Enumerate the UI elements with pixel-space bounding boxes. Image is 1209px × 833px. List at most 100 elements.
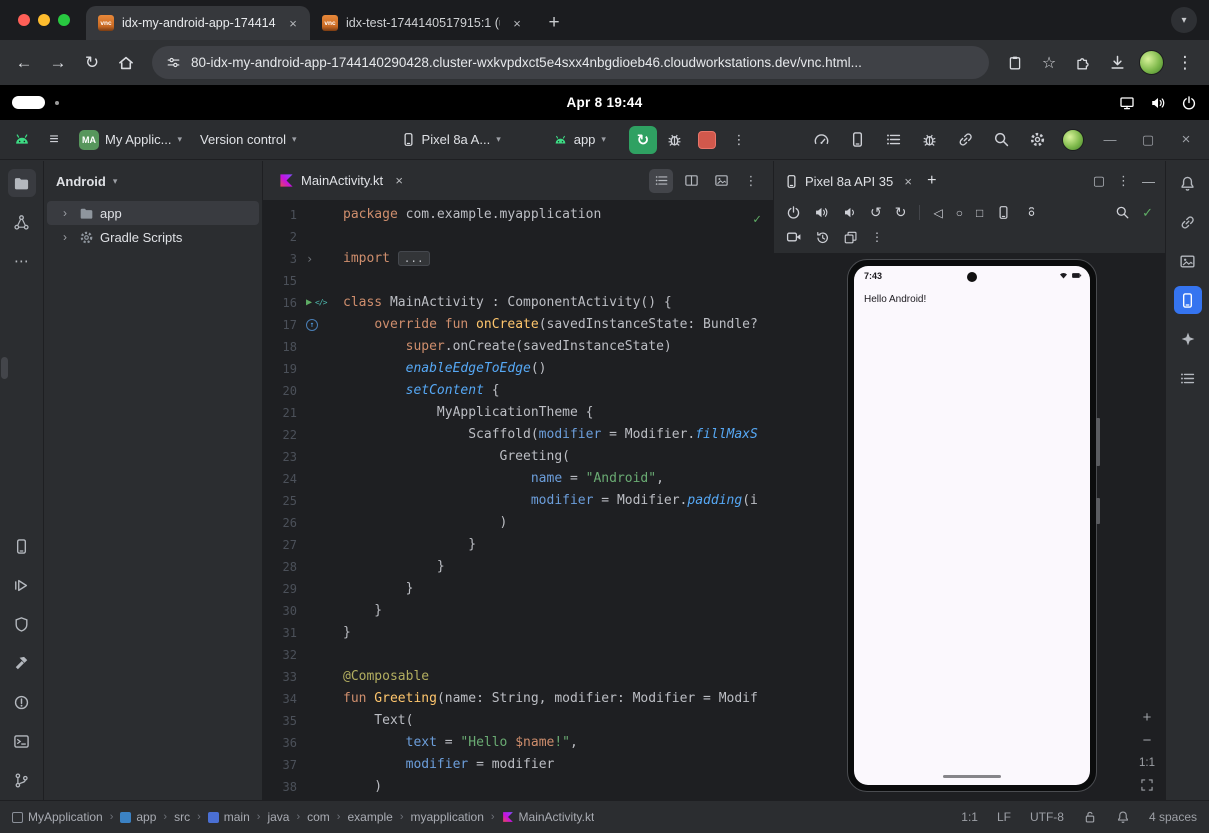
- editor-options-icon[interactable]: ⋮: [739, 169, 763, 193]
- code-line[interactable]: 30 }: [263, 600, 773, 622]
- screenshot-icon[interactable]: [996, 205, 1011, 220]
- volume-icon[interactable]: [1150, 95, 1166, 111]
- bookmark-star-icon[interactable]: ☆: [1033, 47, 1065, 79]
- structure-tool-icon[interactable]: [1174, 364, 1202, 392]
- device-power-icon[interactable]: [786, 205, 801, 220]
- fold-gutter-icon[interactable]: ›: [306, 248, 313, 270]
- volume-up-icon[interactable]: [814, 205, 829, 220]
- snapshot-restore-icon[interactable]: [815, 230, 830, 245]
- file-encoding[interactable]: UTF-8: [1030, 810, 1064, 824]
- design-view-icon[interactable]: [709, 169, 733, 193]
- editor-tab-mainactivity[interactable]: MainActivity.kt ×: [269, 161, 418, 201]
- commit-tool-icon[interactable]: [8, 208, 36, 236]
- tree-item-app[interactable]: › app: [47, 201, 259, 225]
- close-tab-icon[interactable]: ×: [508, 14, 526, 32]
- notifications-bell-icon[interactable]: [1174, 169, 1202, 197]
- caret-position[interactable]: 1:1: [961, 810, 978, 824]
- code-line[interactable]: 2: [263, 226, 773, 248]
- gradle-tool-icon[interactable]: [1174, 208, 1202, 236]
- tab-search-button[interactable]: ▾: [1171, 7, 1197, 33]
- device-manager-tool-icon[interactable]: [8, 532, 36, 560]
- search-everywhere-icon[interactable]: [987, 126, 1015, 154]
- ide-close-button[interactable]: ×: [1171, 126, 1201, 154]
- add-device-tab-icon[interactable]: +: [927, 172, 936, 190]
- stripe-drag-handle[interactable]: [1, 357, 8, 379]
- version-control-tool-icon[interactable]: [8, 766, 36, 794]
- ide-minimize-button[interactable]: —: [1095, 126, 1125, 154]
- code-line[interactable]: 17↑ override fun onCreate(savedInstanceS…: [263, 314, 773, 336]
- main-menu-icon[interactable]: ≡: [40, 126, 68, 154]
- code-line[interactable]: 19 enableEdgeToEdge(): [263, 358, 773, 380]
- device-selector[interactable]: Pixel 8a A... ▾: [394, 126, 508, 154]
- profiler-icon[interactable]: [807, 126, 835, 154]
- camera-icon[interactable]: [1024, 205, 1039, 220]
- new-tab-button[interactable]: +: [540, 9, 568, 37]
- logcat-icon[interactable]: [879, 126, 907, 154]
- zoom-level-label[interactable]: 1:1: [1139, 757, 1155, 769]
- more-run-actions-icon[interactable]: ⋮: [725, 126, 753, 154]
- breadcrumb-item[interactable]: com: [307, 810, 330, 824]
- code-line[interactable]: 28 }: [263, 556, 773, 578]
- code-line[interactable]: 24 name = "Android",: [263, 468, 773, 490]
- code-line[interactable]: 34fun Greeting(name: String, modifier: M…: [263, 688, 773, 710]
- site-settings-icon[interactable]: [166, 55, 181, 70]
- browser-tab-active[interactable]: vnc idx-my-android-app-1744140 ×: [86, 6, 310, 40]
- power-icon[interactable]: [1181, 95, 1197, 111]
- more-tool-windows-icon[interactable]: ⋯: [8, 247, 36, 275]
- hide-panel-icon[interactable]: —: [1142, 174, 1155, 189]
- breadcrumb-item[interactable]: app: [120, 810, 156, 824]
- volume-down-icon[interactable]: [842, 205, 857, 220]
- back-button[interactable]: ←: [8, 47, 40, 79]
- code-line[interactable]: 26 ): [263, 512, 773, 534]
- gemini-tool-icon[interactable]: [1174, 325, 1202, 353]
- downloads-icon[interactable]: [1101, 47, 1133, 79]
- zoom-out-button[interactable]: −: [1143, 734, 1152, 748]
- url-text[interactable]: 80-idx-my-android-app-1744140290428.clus…: [191, 55, 862, 70]
- code-line[interactable]: 3›import ...: [263, 248, 773, 270]
- android-recents-icon[interactable]: □: [976, 206, 983, 220]
- code-line[interactable]: 27 }: [263, 534, 773, 556]
- project-view-selector[interactable]: Android ▾: [44, 161, 262, 201]
- code-line[interactable]: 20 setContent {: [263, 380, 773, 402]
- code-line[interactable]: 37 modifier = modifier: [263, 754, 773, 776]
- close-device-tab-icon[interactable]: ×: [899, 172, 917, 190]
- code-line[interactable]: 25 modifier = Modifier.padding(i: [263, 490, 773, 512]
- ide-restore-button[interactable]: ▢: [1133, 126, 1163, 154]
- more-device-actions-icon[interactable]: ⋮: [871, 230, 883, 244]
- running-devices-tool-icon[interactable]: [1174, 286, 1202, 314]
- vcs-widget[interactable]: Version control ▾: [193, 126, 304, 154]
- device-mirroring-link-icon[interactable]: [951, 126, 979, 154]
- close-tab-icon[interactable]: ×: [284, 14, 302, 32]
- rotate-left-icon[interactable]: ↺: [870, 204, 882, 221]
- rotate-right-icon[interactable]: ↻: [895, 204, 907, 221]
- debug-app-button[interactable]: [661, 126, 689, 154]
- display-cast-icon[interactable]: [1119, 95, 1135, 111]
- close-window-button[interactable]: [18, 14, 30, 26]
- browser-profile-avatar[interactable]: [1135, 47, 1167, 79]
- breadcrumb-item[interactable]: MyApplication: [12, 810, 103, 824]
- run-tool-icon[interactable]: [8, 571, 36, 599]
- tree-item-gradle-scripts[interactable]: › Gradle Scripts: [47, 225, 259, 249]
- panel-options-icon[interactable]: ⋮: [1117, 173, 1130, 189]
- stop-app-button[interactable]: [693, 126, 721, 154]
- code-line[interactable]: 18 super.onCreate(savedInstanceState): [263, 336, 773, 358]
- rerun-app-button[interactable]: ↻: [629, 126, 657, 154]
- float-window-icon[interactable]: ▢: [1093, 173, 1105, 189]
- project-widget[interactable]: MA My Applic... ▾: [72, 126, 189, 154]
- clipboard-page-action-icon[interactable]: [999, 47, 1031, 79]
- breadcrumb-item[interactable]: main: [208, 810, 250, 824]
- zoom-tool-icon[interactable]: [1115, 205, 1130, 220]
- split-view-icon[interactable]: [679, 169, 703, 193]
- android-back-icon[interactable]: ◁: [933, 206, 942, 220]
- code-line[interactable]: 33@Composable: [263, 666, 773, 688]
- reload-button[interactable]: ↻: [76, 47, 108, 79]
- address-bar[interactable]: 80-idx-my-android-app-1744140290428.clus…: [152, 46, 989, 79]
- device-tab-title[interactable]: Pixel 8a API 35: [805, 174, 893, 189]
- android-home-icon[interactable]: ○: [956, 206, 963, 220]
- code-line[interactable]: 23 Greeting(: [263, 446, 773, 468]
- close-editor-tab-icon[interactable]: ×: [390, 172, 408, 190]
- breadcrumb-item[interactable]: MainActivity.kt: [502, 810, 595, 824]
- chevron-right-icon[interactable]: ›: [63, 206, 73, 220]
- zoom-window-button[interactable]: [58, 14, 70, 26]
- minimize-window-button[interactable]: [38, 14, 50, 26]
